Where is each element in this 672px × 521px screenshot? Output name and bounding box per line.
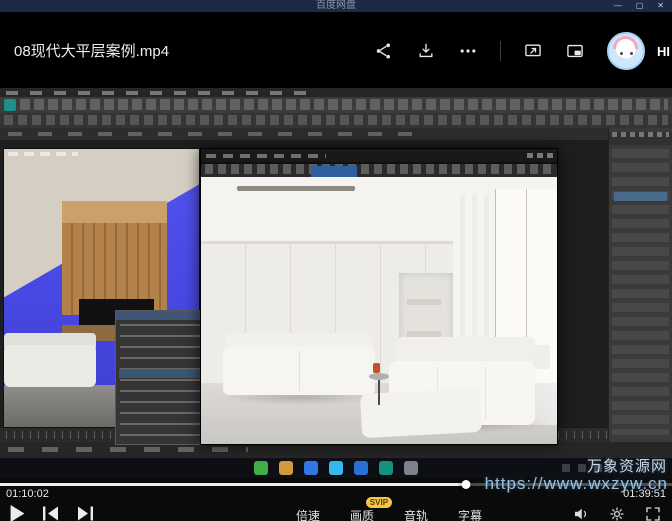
max-logo-icon [4,99,16,111]
avatar-eye-right [630,52,633,55]
dialog-highlight-row [119,369,204,378]
max-toolbar-icons [20,99,668,110]
avatar-headphones-icon [613,36,638,49]
max-status-text [8,447,248,452]
maximize-button[interactable]: ▢ [636,0,644,11]
max-menubar [0,88,672,97]
cast-icon[interactable] [523,41,543,61]
header-actions: HI [374,28,670,74]
subtitle-button[interactable]: 字幕 [458,507,482,521]
render-image [201,177,557,444]
render-titlebar [201,149,557,162]
header-divider [500,41,501,61]
max-toolbar-secondary [0,113,672,128]
watermark-site-url: https://www.wxzyw.cn [484,474,668,493]
fullscreen-icon[interactable] [644,505,662,521]
taskbar-app-icon [329,461,343,475]
desktop-taskbar-icons [254,461,418,475]
control-buttons-row: 倍速 画质 SVIP 音轨 字幕 [0,497,672,521]
user-avatar[interactable] [607,32,645,70]
max-menu-text [6,91,306,95]
taskbar-app-icon [354,461,368,475]
utility-buttons [572,505,662,521]
render-sofa-left [223,347,375,395]
progress-knob[interactable] [461,480,471,489]
baidu-netdisk-player-window: 百度网盘 — ▢ ✕ 08现代大平层案例.mp4 HI 万象资源网 01:10:… [0,0,672,521]
render-window-buttons [527,153,553,158]
command-panel-tabs [609,132,672,145]
taskbar-app-icon [279,461,293,475]
object-properties-dialog [115,310,207,445]
quality-button[interactable]: 画质 SVIP [350,497,393,521]
taskbar-app-icon [254,461,268,475]
volume-icon[interactable] [572,505,590,521]
max-ribbon [0,128,672,140]
share-icon[interactable] [374,41,394,61]
system-titlebar: 百度网盘 — ▢ ✕ [0,0,672,12]
dialog-rows [120,324,202,436]
miniplayer-icon[interactable] [565,41,585,61]
viewport-sofa [4,345,96,387]
dialog-titlebar [116,311,206,320]
render-title-text [206,154,326,158]
current-time: 01:10:02 [6,488,49,500]
previous-icon[interactable] [43,506,59,521]
avatar-label: HI [657,43,670,59]
render-channel-dropdown [311,166,357,177]
render-ac-vent [237,186,355,191]
max-ribbon-items [8,132,428,136]
video-frame[interactable]: 万象资源网 [0,88,672,478]
audio-track-button[interactable]: 音轨 [404,507,428,521]
taskbar-app-icon [379,461,393,475]
playback-buttons [10,505,93,521]
option-buttons: 倍速 画质 SVIP 音轨 字幕 [296,497,482,521]
system-title: 百度网盘 [316,0,356,11]
speed-button[interactable]: 倍速 [296,507,320,521]
max-toolbar-primary [0,97,672,113]
next-icon[interactable] [77,506,93,521]
watermark-site-name: 万象资源网 [586,458,667,475]
render-vase [373,363,380,373]
max-command-panel [608,128,672,442]
play-icon[interactable] [10,505,25,521]
render-side-table-leg [378,379,380,405]
svip-badge: SVIP [365,497,393,508]
close-button[interactable]: ✕ [657,0,664,11]
viewport-label [8,152,78,156]
download-icon[interactable] [416,41,436,61]
video-filename: 08现代大平层案例.mp4 [14,43,170,60]
render-side-table [369,373,389,380]
render-toolbar-icons [205,164,553,174]
progress-played [0,483,466,486]
viewport-upper-cabinet [62,201,167,223]
command-panel-highlight [614,192,667,201]
vray-render-window [200,148,558,445]
taskbar-app-icon [404,461,418,475]
avatar-eye-left [620,52,623,55]
settings-icon[interactable] [608,505,626,521]
max-toolbar-icons-2 [4,115,668,125]
window-controls: — ▢ ✕ [614,0,664,11]
player-header: 08现代大平层案例.mp4 HI [0,12,672,88]
minimize-button[interactable]: — [614,0,622,11]
taskbar-app-icon [304,461,318,475]
more-icon[interactable] [458,41,478,61]
